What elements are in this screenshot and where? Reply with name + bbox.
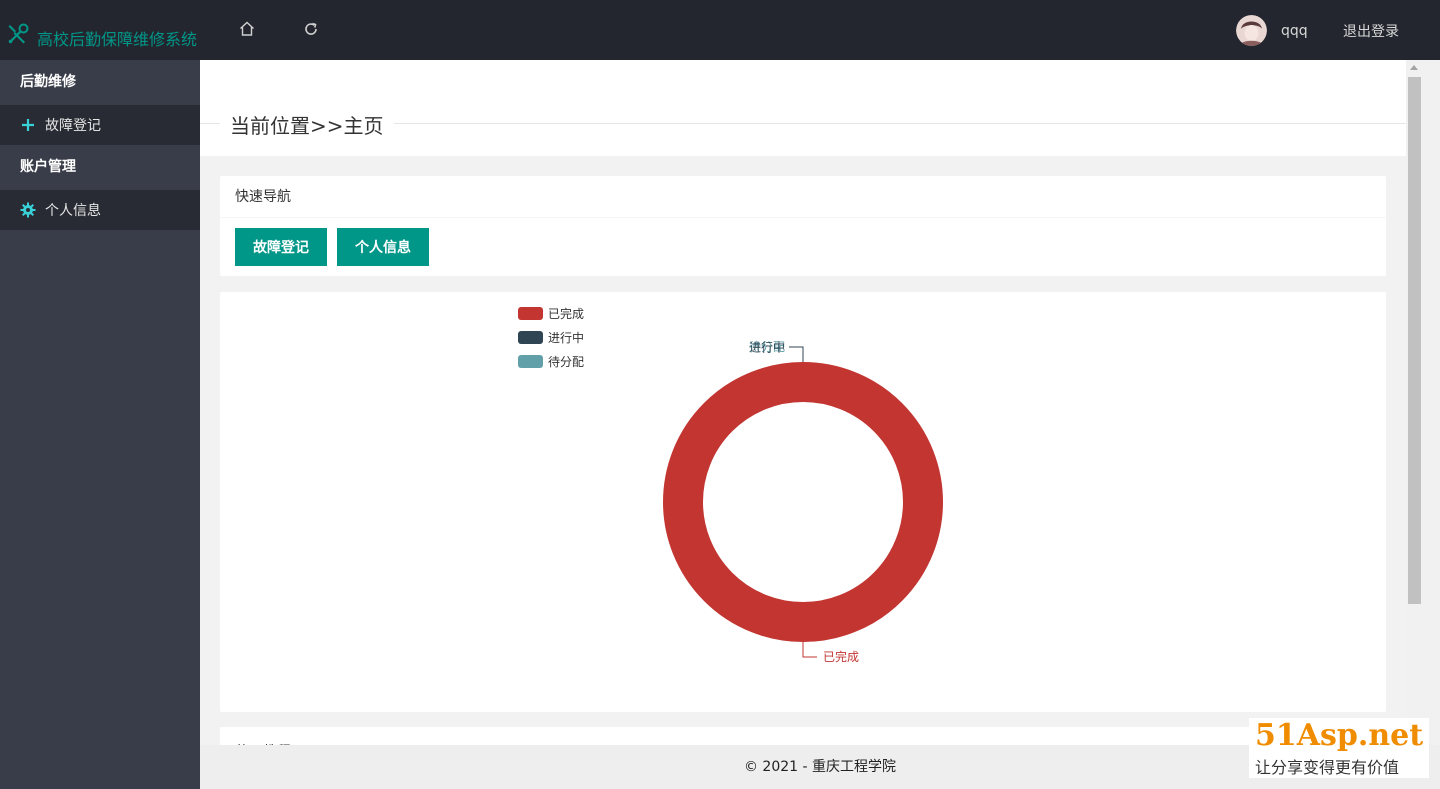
watermark-brand: 51Asp.net xyxy=(1255,718,1424,753)
main-content: 当前位置>>主页 快速导航 故障登记 个人信息 已完成 进行中 待分配 待分配 进行中已… xyxy=(200,60,1406,745)
home-button[interactable] xyxy=(238,20,256,38)
legend-swatch-0[interactable] xyxy=(518,307,543,320)
username: qqq xyxy=(1281,22,1308,39)
watermark-logo: 51Asp.net 让分享变得更有价值 xyxy=(1249,718,1429,778)
sidebar-item-label: 故障登记 xyxy=(45,118,101,134)
plus-icon xyxy=(20,117,36,133)
gear-icon xyxy=(20,202,36,218)
nav-group-account[interactable]: 账户管理 xyxy=(0,145,200,190)
status-donut-chart: 已完成进行中待分配待分配进行中已完成 xyxy=(518,306,943,664)
profile-button[interactable]: 个人信息 xyxy=(337,228,429,266)
app-title: 高校后勤保障维修系统 xyxy=(37,30,198,49)
nav-group-maintenance[interactable]: 后勤维修 xyxy=(0,60,200,105)
logout-link[interactable]: 退出登录 xyxy=(1343,21,1399,41)
sidebar: 后勤维修 故障登记 账户管理 个人信息 xyxy=(0,60,200,789)
user-menu[interactable]: qqq xyxy=(1236,15,1308,46)
main-scrollbar[interactable] xyxy=(1406,60,1423,745)
breadcrumb: 当前位置>>主页 xyxy=(220,110,394,139)
refresh-button[interactable] xyxy=(302,20,320,38)
quick-nav-title: 快速导航 xyxy=(220,176,1386,218)
legend-label-0[interactable]: 已完成 xyxy=(548,306,584,321)
legend-swatch-1[interactable] xyxy=(518,331,543,344)
watermark-slogan: 让分享变得更有价值 xyxy=(1255,758,1400,777)
legend-label-2[interactable]: 待分配 xyxy=(548,355,584,369)
top-header: 高校后勤保障维修系统 qqq 退出登录 xyxy=(0,0,1440,60)
chart-card: 已完成 进行中 待分配 待分配 进行中 已完成 xyxy=(220,292,1386,712)
tutorial-card: 使用教程 xyxy=(220,727,1386,745)
legend-swatch-2[interactable] xyxy=(518,355,543,368)
app-logo[interactable]: 高校后勤保障维修系统 xyxy=(6,18,197,50)
refresh-icon xyxy=(302,20,320,38)
leader-line-2 xyxy=(789,346,804,362)
sidebar-item-label: 个人信息 xyxy=(45,203,101,219)
slice-label-0: 已完成 xyxy=(823,649,859,664)
legend-label-1[interactable]: 进行中 xyxy=(548,330,584,345)
page-scrollbar[interactable] xyxy=(1423,60,1440,789)
scroll-up-icon[interactable] xyxy=(1410,65,1418,70)
scroll-thumb[interactable] xyxy=(1408,77,1421,604)
tools-icon xyxy=(6,22,30,46)
quick-nav-card: 快速导航 故障登记 个人信息 xyxy=(220,176,1386,276)
pie-slice-0[interactable] xyxy=(663,362,943,642)
leader-line-0 xyxy=(802,642,817,658)
home-icon xyxy=(238,20,256,38)
quick-nav-buttons: 故障登记 个人信息 xyxy=(220,218,1386,276)
slice-label-1: 进行中 xyxy=(749,340,785,355)
fault-register-button[interactable]: 故障登记 xyxy=(235,228,327,266)
avatar xyxy=(1236,15,1267,46)
sidebar-item-fault-register[interactable]: 故障登记 xyxy=(0,105,200,145)
breadcrumb-bar: 当前位置>>主页 xyxy=(200,60,1406,156)
leader-line-1 xyxy=(789,346,804,362)
tutorial-title: 使用教程 xyxy=(220,727,1386,745)
sidebar-item-profile[interactable]: 个人信息 xyxy=(0,190,200,230)
